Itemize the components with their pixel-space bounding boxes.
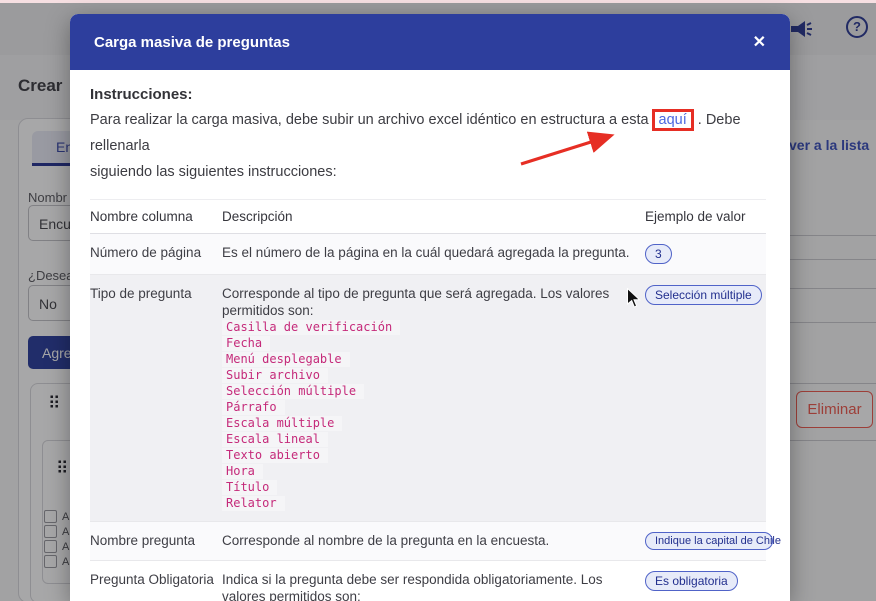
allowed-value-code: Título (222, 480, 277, 495)
column-header: Descripción (222, 209, 645, 224)
description-cell: Corresponde al nombre de la pregunta en … (222, 532, 645, 550)
example-cell: Indique la capital de Chile (645, 532, 776, 550)
instructions-text-line2: siguiendo las siguientes instrucciones: (90, 164, 337, 180)
column-name-cell: Tipo de pregunta (90, 285, 222, 511)
allowed-value-code: Menú desplegable (222, 352, 350, 367)
download-template-link[interactable]: aquí (652, 109, 694, 131)
table-row: Número de páginaEs el número de la págin… (90, 234, 766, 275)
modal-title: Carga masiva de preguntas (94, 34, 290, 51)
example-value-badge: 3 (645, 244, 672, 264)
close-icon[interactable]: ✕ (753, 32, 766, 52)
description-cell: Indica si la pregunta debe ser respondid… (222, 571, 645, 601)
example-cell: 3 (645, 244, 776, 264)
example-cell: Selección múltiple (645, 285, 776, 511)
description-text: Corresponde al tipo de pregunta que será… (222, 285, 631, 319)
example-cell: Es obligatoria (645, 571, 776, 601)
allowed-value-code: Párrafo (222, 400, 285, 415)
table-row: Tipo de preguntaCorresponde al tipo de p… (90, 275, 766, 522)
column-name-cell: Pregunta Obligatoria (90, 571, 222, 601)
column-header: Ejemplo de valor (645, 209, 776, 224)
example-value-badge: Es obligatoria (645, 571, 738, 591)
table-header-row: Nombre columna Descripción Ejemplo de va… (90, 200, 766, 234)
instructions-paragraph: Para realizar la carga masiva, debe subi… (90, 107, 766, 185)
top-accent-strip (0, 0, 876, 3)
description-text: Es el número de la página en la cuál que… (222, 244, 631, 261)
example-value-badge: Indique la capital de Chile (645, 532, 773, 550)
bulk-upload-modal: Carga masiva de preguntas ✕ Instruccione… (70, 14, 790, 601)
description-cell: Corresponde al tipo de pregunta que será… (222, 285, 645, 511)
description-text: Corresponde al nombre de la pregunta en … (222, 532, 631, 549)
allowed-value-code: Escala lineal (222, 432, 328, 447)
modal-body: Instrucciones: Para realizar la carga ma… (70, 70, 790, 601)
screen: ? Crear Enc Nombr Encu ¿Desea No Agre ⠿ … (0, 0, 876, 601)
allowed-value-code: Texto abierto (222, 448, 328, 463)
instructions-text-before: Para realizar la carga masiva, debe subi… (90, 112, 649, 128)
allowed-value-code: Selección múltiple (222, 384, 364, 399)
description-text: Indica si la pregunta debe ser respondid… (222, 571, 631, 601)
allowed-value-code: Subir archivo (222, 368, 328, 383)
allowed-value-code: Fecha (222, 336, 270, 351)
allowed-value-code: Hora (222, 464, 263, 479)
table-row: Pregunta ObligatoriaIndica si la pregunt… (90, 561, 766, 601)
column-name-cell: Número de página (90, 244, 222, 264)
table-row: Nombre preguntaCorresponde al nombre de … (90, 522, 766, 561)
column-name-cell: Nombre pregunta (90, 532, 222, 550)
modal-header: Carga masiva de preguntas ✕ (70, 14, 790, 70)
instructions-heading: Instrucciones: (90, 86, 766, 103)
instructions-table: Nombre columna Descripción Ejemplo de va… (90, 199, 766, 601)
allowed-value-code: Casilla de verificación (222, 320, 400, 335)
allowed-value-code: Relator (222, 496, 285, 511)
example-value-badge: Selección múltiple (645, 285, 762, 305)
description-cell: Es el número de la página en la cuál que… (222, 244, 645, 264)
allowed-value-code: Escala múltiple (222, 416, 342, 431)
column-header: Nombre columna (90, 209, 222, 224)
instructions-table-body: Número de páginaEs el número de la págin… (90, 234, 766, 601)
